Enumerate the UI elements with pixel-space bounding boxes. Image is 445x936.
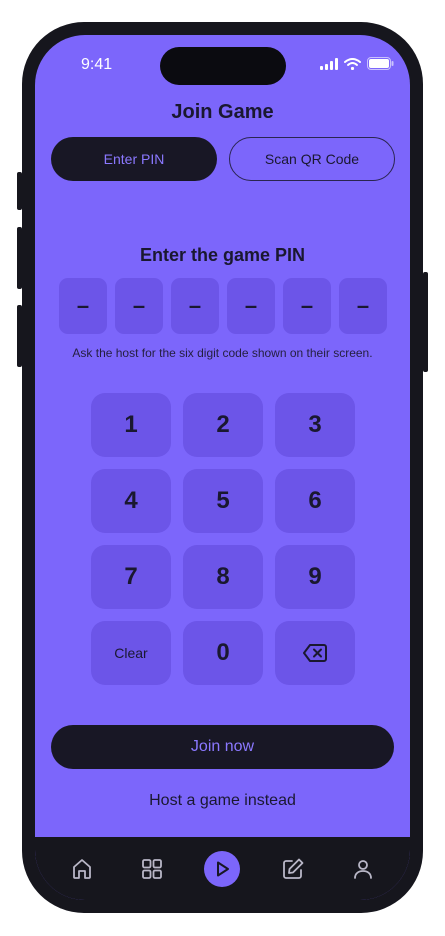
pin-digit-3[interactable]: – (171, 278, 219, 334)
edit-icon (282, 858, 304, 879)
backspace-icon (303, 644, 327, 662)
key-8[interactable]: 8 (183, 545, 263, 609)
key-9[interactable]: 9 (275, 545, 355, 609)
key-5[interactable]: 5 (183, 469, 263, 533)
pin-input[interactable]: – – – – – – (59, 278, 387, 334)
pin-digit-5[interactable]: – (283, 278, 331, 334)
status-time: 9:41 (81, 56, 113, 73)
pin-hint: Ask the host for the six digit code show… (72, 346, 373, 360)
grid-icon (142, 858, 163, 879)
wifi-icon (344, 57, 361, 70)
pin-heading: Enter the game PIN (139, 245, 306, 265)
phone-frame: 9:41 Join Game Enter PIN Scan QR Code En… (17, 22, 428, 913)
screen: 9:41 Join Game Enter PIN Scan QR Code En… (35, 35, 410, 900)
volume-up-button (17, 227, 22, 289)
tab-profile[interactable] (345, 851, 381, 887)
tab-enter-pin[interactable]: Enter PIN (51, 137, 217, 181)
action-button (17, 172, 22, 210)
key-6[interactable]: 6 (275, 469, 355, 533)
home-icon (73, 858, 91, 879)
pin-digit-6[interactable]: – (339, 278, 387, 334)
join-now-button[interactable]: Join now (51, 725, 394, 769)
host-game-link[interactable]: Host a game instead (35, 792, 410, 810)
tab-scan-qr-code[interactable]: Scan QR Code (229, 137, 395, 181)
key-1[interactable]: 1 (91, 393, 171, 457)
power-button (423, 272, 428, 372)
keypad: 1 2 3 4 5 6 7 8 9 Clear 0 (91, 393, 355, 685)
key-7[interactable]: 7 (91, 545, 171, 609)
key-0[interactable]: 0 (183, 621, 263, 685)
tab-play[interactable] (204, 850, 241, 887)
key-backspace[interactable] (275, 621, 355, 685)
status-icons (320, 57, 394, 70)
battery-icon (367, 57, 394, 70)
key-clear[interactable]: Clear (91, 621, 171, 685)
status-bar: 9:41 (35, 35, 410, 95)
page-title: Join Game (171, 101, 274, 123)
volume-down-button (17, 305, 22, 367)
pin-digit-1[interactable]: – (59, 278, 107, 334)
dynamic-island (160, 47, 286, 85)
key-3[interactable]: 3 (275, 393, 355, 457)
key-2[interactable]: 2 (183, 393, 263, 457)
bottom-tab-bar (35, 837, 410, 900)
play-icon (217, 861, 230, 876)
key-4[interactable]: 4 (91, 469, 171, 533)
tab-home[interactable] (64, 851, 100, 887)
pin-digit-4[interactable]: – (227, 278, 275, 334)
profile-icon (353, 859, 372, 879)
signal-icon (320, 57, 338, 70)
tab-grid[interactable] (134, 851, 170, 887)
tab-edit[interactable] (275, 851, 311, 887)
pin-digit-2[interactable]: – (115, 278, 163, 334)
